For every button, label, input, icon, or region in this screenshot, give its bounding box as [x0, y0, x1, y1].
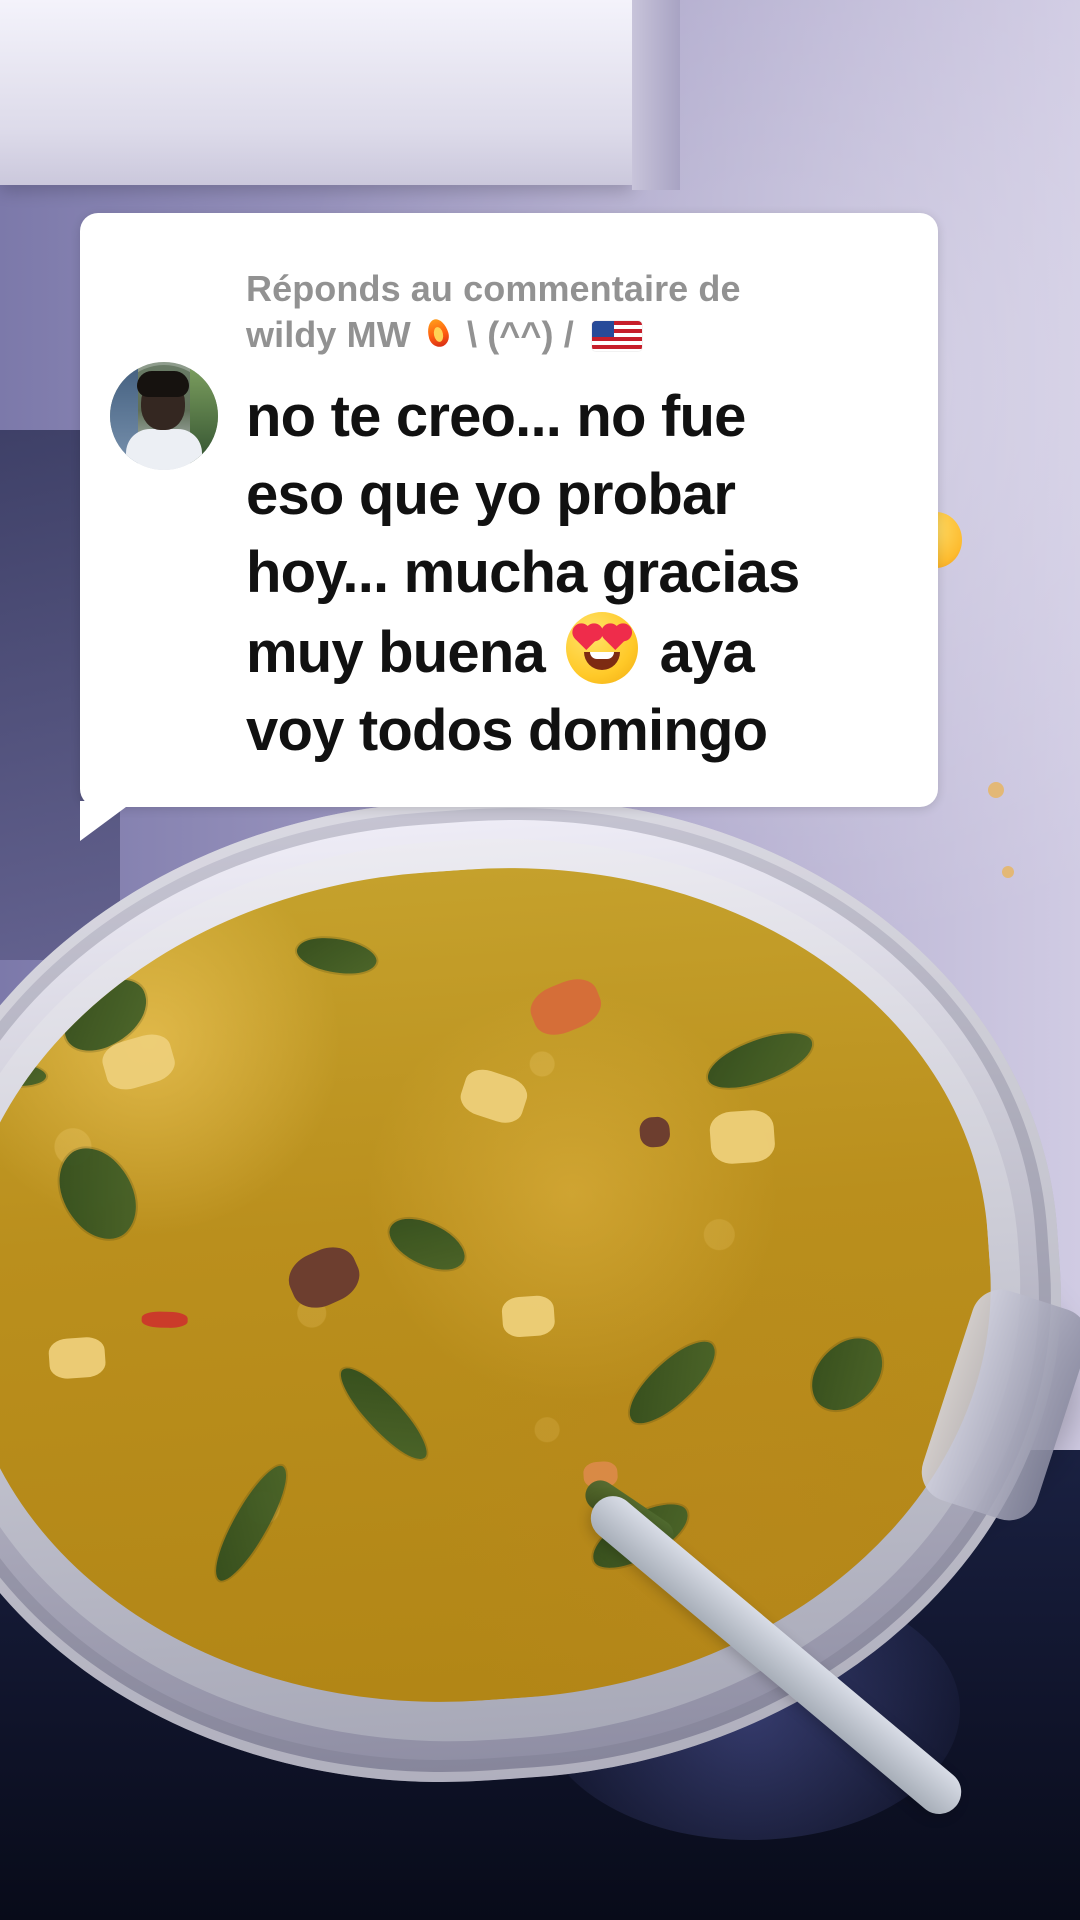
heart-eyes-icon	[566, 612, 639, 684]
spinach-leaf	[0, 1057, 48, 1091]
soup-surface	[0, 835, 1018, 1735]
reply-username-suffix: \ (^^) /	[467, 314, 574, 355]
potato-piece	[47, 1336, 107, 1380]
potato-piece	[708, 1108, 777, 1166]
potato-piece	[500, 1294, 556, 1339]
reply-user-line: wildy MW \ (^^) /	[246, 312, 866, 358]
spinach-leaf	[797, 1327, 897, 1421]
comment-line-4-before-emoji: muy buena	[246, 620, 546, 685]
wall-splatter	[1002, 866, 1014, 878]
spinach-leaf	[332, 1356, 436, 1471]
spinach-leaf	[293, 929, 380, 983]
comment-line-4: muy buena aya	[246, 612, 896, 692]
comment-text: no te creo... no fue eso que yo probar h…	[246, 378, 896, 770]
meat-piece	[281, 1238, 368, 1317]
profile-avatar	[110, 362, 218, 470]
comment-line-5: voy todos domingo	[246, 698, 768, 763]
spinach-leaf	[202, 1459, 300, 1588]
reply-label: Réponds au commentaire de wildy MW \ (^^…	[246, 266, 866, 358]
reply-prefix: Réponds au commentaire de	[246, 268, 741, 309]
heart-eye-right	[604, 625, 629, 651]
fire-icon	[423, 317, 453, 351]
spinach-leaf	[39, 1135, 156, 1253]
meat-piece	[638, 1116, 671, 1149]
emoji-mouth	[584, 652, 621, 670]
potato-piece	[456, 1064, 532, 1128]
spinach-leaf	[701, 1025, 819, 1096]
wall-splatter	[988, 782, 1004, 798]
pepper-piece	[141, 1311, 188, 1329]
upper-cabinet	[0, 0, 632, 185]
comment-line-3: hoy... mucha gracias	[246, 540, 800, 605]
spinach-leaf	[616, 1331, 729, 1434]
us-flag-icon	[591, 321, 642, 351]
avatar-body	[126, 429, 202, 470]
reply-username: wildy MW	[246, 314, 411, 355]
cabinet-side	[632, 0, 680, 190]
comment-line-1: no te creo... no fue	[246, 384, 746, 449]
carrot-piece	[524, 971, 608, 1043]
comment-line-2: eso que yo probar	[246, 462, 736, 527]
avatar-hair	[137, 371, 189, 397]
comment-line-4-after-emoji: aya	[659, 620, 755, 685]
spinach-leaf	[381, 1205, 473, 1284]
heart-eye-left	[575, 625, 600, 651]
